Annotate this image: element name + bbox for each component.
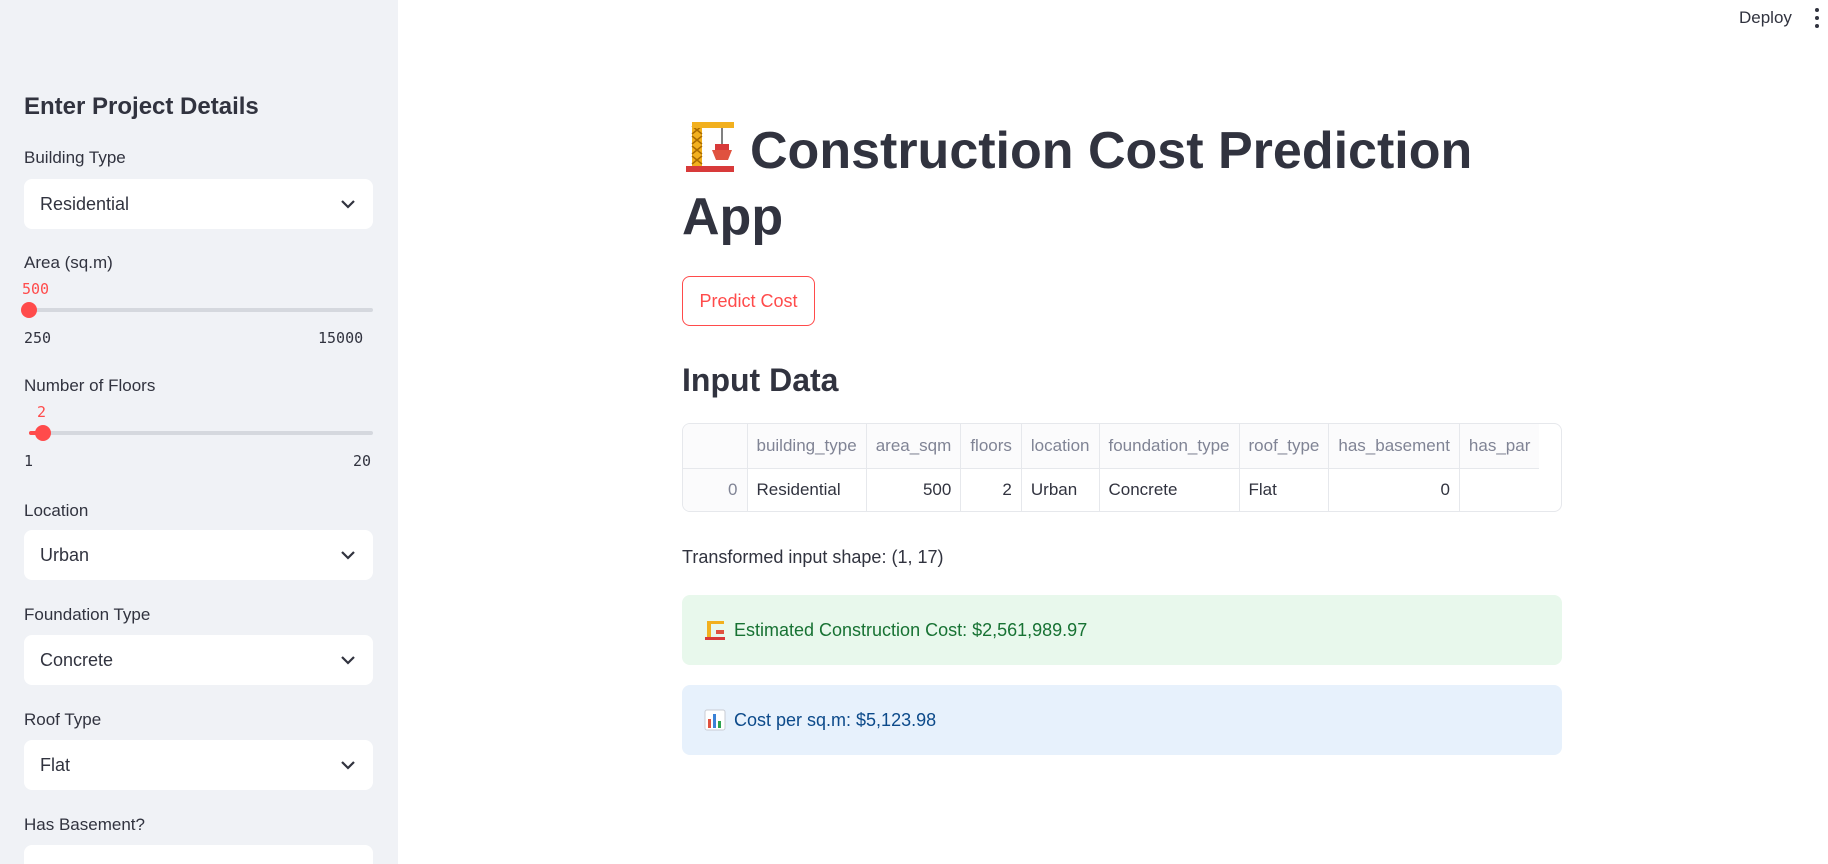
has-basement-label: Has Basement? bbox=[24, 815, 145, 834]
floors-slider-max: 20 bbox=[353, 452, 372, 470]
table-cell-index: 0 bbox=[683, 468, 748, 511]
area-slider-thumb[interactable] bbox=[21, 302, 37, 318]
deploy-button[interactable]: Deploy bbox=[1733, 6, 1798, 30]
table-cell[interactable]: Residential bbox=[747, 468, 867, 511]
column-header[interactable]: building_type bbox=[747, 424, 867, 469]
table-cell[interactable]: Concrete bbox=[1099, 468, 1240, 511]
transformed-shape-text: Transformed input shape: (1, 17) bbox=[682, 547, 944, 567]
table-cell[interactable] bbox=[1459, 468, 1539, 511]
table-header-row: building_type area_sqm floors location f… bbox=[683, 424, 1540, 469]
vertical-dots-icon[interactable] bbox=[1814, 8, 1820, 28]
crane-icon bbox=[686, 122, 734, 172]
building-type-value: Residential bbox=[40, 193, 130, 214]
location-label: Location bbox=[24, 501, 89, 520]
chevron-down-icon bbox=[339, 546, 357, 564]
crane-icon bbox=[705, 621, 725, 640]
chevron-down-icon bbox=[339, 651, 357, 669]
column-header-index bbox=[683, 424, 748, 469]
table-cell[interactable]: Urban bbox=[1021, 468, 1100, 511]
table-cell[interactable]: Flat bbox=[1239, 468, 1330, 511]
column-header[interactable]: foundation_type bbox=[1099, 424, 1240, 469]
cost-per-sqm-alert: Cost per sq.m: $5,123.98 bbox=[682, 685, 1562, 755]
foundation-type-label: Foundation Type bbox=[24, 605, 151, 624]
table-cell[interactable]: 2 bbox=[960, 468, 1022, 511]
floors-slider-thumb[interactable] bbox=[35, 425, 51, 441]
area-slider-value: 500 bbox=[22, 280, 50, 298]
area-slider-max: 15000 bbox=[318, 329, 364, 347]
estimated-cost-alert: Estimated Construction Cost: $2,561,989.… bbox=[682, 595, 1562, 665]
building-type-label: Building Type bbox=[24, 148, 126, 167]
location-select[interactable]: Urban bbox=[24, 530, 373, 580]
input-data-heading: Input Data bbox=[682, 362, 839, 398]
location-value: Urban bbox=[40, 544, 90, 565]
column-header[interactable]: area_sqm bbox=[866, 424, 962, 469]
floors-slider-value: 2 bbox=[37, 403, 47, 421]
input-data-table[interactable]: building_type area_sqm floors location f… bbox=[682, 423, 1562, 512]
column-header[interactable]: has_basement bbox=[1328, 424, 1460, 469]
building-type-select[interactable]: Residential bbox=[24, 179, 373, 229]
floors-label: Number of Floors bbox=[24, 376, 156, 395]
roof-type-label: Roof Type bbox=[24, 710, 102, 729]
sidebar: Enter Project Details Building Type Resi… bbox=[0, 0, 398, 864]
floors-slider-min: 1 bbox=[24, 452, 34, 470]
table-cell[interactable]: 500 bbox=[866, 468, 962, 511]
cost-per-sqm-text: Cost per sq.m: $5,123.98 bbox=[734, 709, 937, 730]
foundation-type-value: Concrete bbox=[40, 649, 114, 670]
area-slider[interactable] bbox=[21, 302, 373, 318]
column-header[interactable]: roof_type bbox=[1239, 424, 1330, 469]
chevron-down-icon bbox=[339, 195, 357, 213]
column-header[interactable]: floors bbox=[960, 424, 1022, 469]
roof-type-select[interactable]: Flat bbox=[24, 740, 373, 790]
table-row: 0 Residential 500 2 Urban Concrete Flat … bbox=[683, 468, 1539, 511]
page-title-text: Construction Cost Prediction App bbox=[682, 122, 1473, 246]
sidebar-title: Enter Project Details bbox=[24, 93, 259, 120]
chevron-down-icon bbox=[339, 756, 357, 774]
floors-slider[interactable] bbox=[29, 425, 373, 441]
area-label: Area (sq.m) bbox=[24, 253, 113, 272]
predict-cost-button[interactable]: Predict Cost bbox=[682, 276, 815, 326]
has-basement-select[interactable] bbox=[24, 845, 373, 864]
estimated-cost-text: Estimated Construction Cost: $2,561,989.… bbox=[734, 619, 1088, 640]
column-header[interactable]: has_par bbox=[1459, 424, 1540, 469]
page-title: Construction Cost Prediction App bbox=[682, 118, 1502, 250]
foundation-type-select[interactable]: Concrete bbox=[24, 635, 373, 685]
roof-type-value: Flat bbox=[40, 754, 71, 775]
column-header[interactable]: location bbox=[1021, 424, 1100, 469]
bar-chart-icon bbox=[704, 709, 726, 731]
table-cell[interactable]: 0 bbox=[1328, 468, 1460, 511]
area-slider-min: 250 bbox=[24, 329, 52, 347]
